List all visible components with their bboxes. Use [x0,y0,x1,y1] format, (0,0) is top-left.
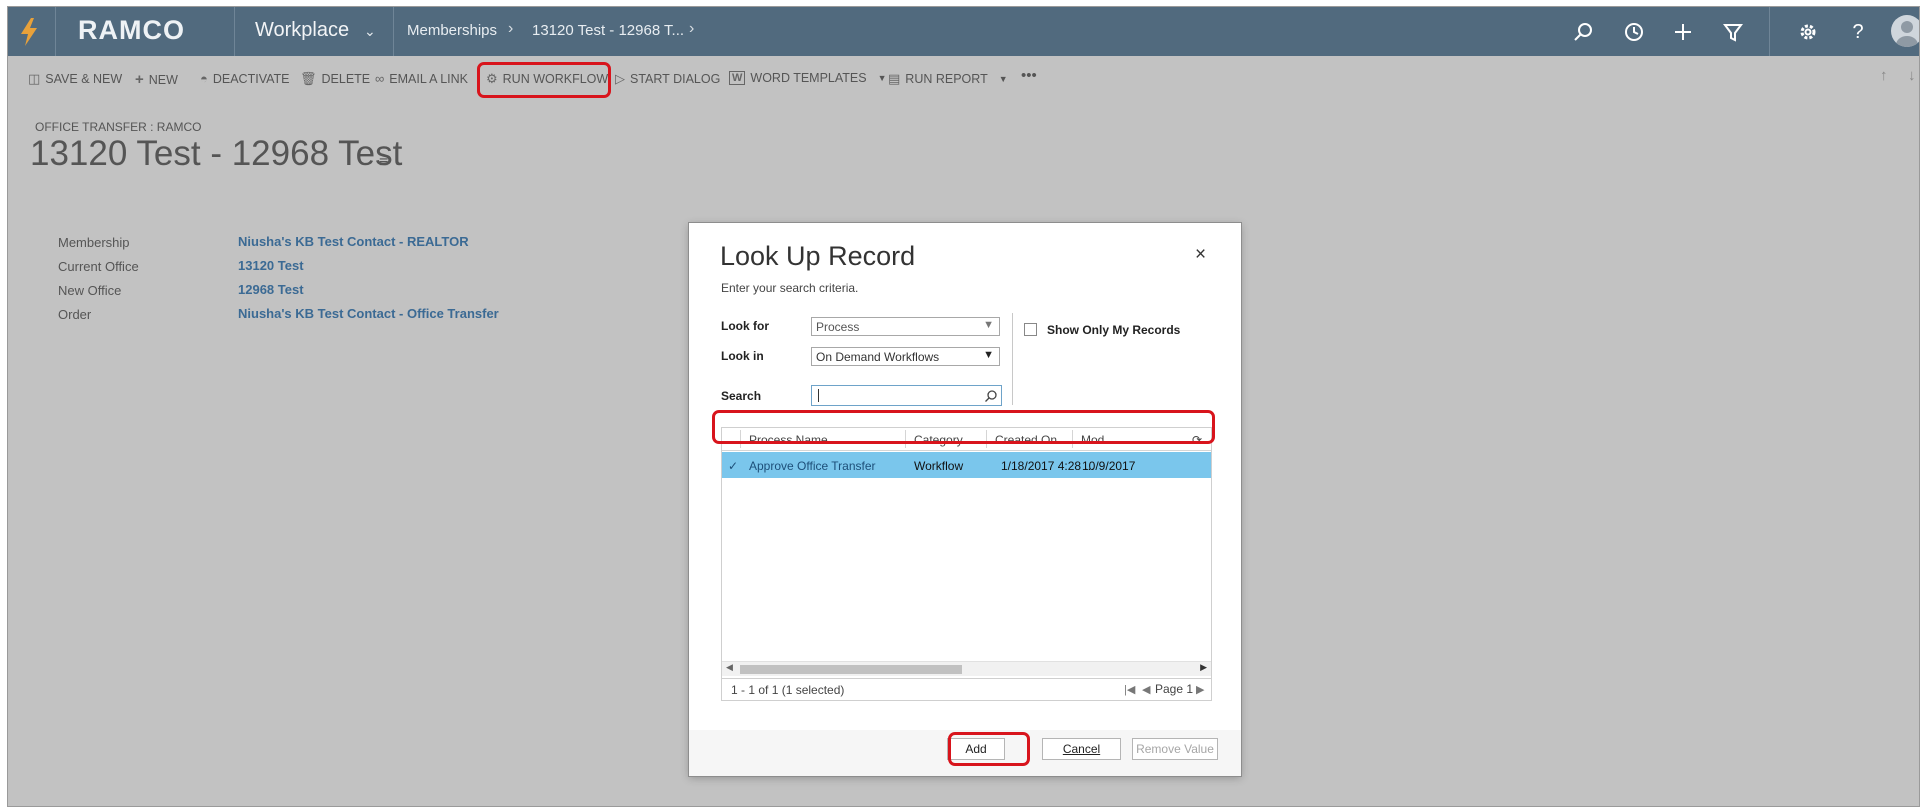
scroll-left-icon[interactable]: ◀ [726,662,733,673]
field-value-membership[interactable]: Niusha's KB Test Contact - REALTOR [238,234,469,249]
first-page-icon[interactable]: |◀ [1124,683,1135,696]
cell-created-on: 1/18/2017 4:28 ... [1001,459,1095,473]
field-label-new-office: New Office [58,283,122,298]
look-for-value: Process [816,320,860,334]
add-button-highlight [948,732,1030,766]
cell-modified-on: 10/9/2017 [1082,459,1136,473]
word-templates-button[interactable]: W WORD TEMPLATES ▼ [729,71,887,85]
app-name[interactable]: Workplace [255,19,349,42]
show-only-my-records-checkbox[interactable] [1024,323,1037,336]
breadcrumb-memberships[interactable]: Memberships [407,22,497,39]
caret-down-icon: ▼ [998,74,1008,84]
nav-separator [393,7,394,56]
remove-value-button[interactable]: Remove Value [1132,738,1218,760]
ramco-logo[interactable]: RAMCO [78,15,185,49]
settings-icon[interactable] [1795,19,1821,45]
save-and-new-button[interactable]: ◫ SAVE & NEW [28,71,122,87]
app-window: RAMCO Workplace ⌄ Memberships › 13120 Te… [7,6,1920,807]
search-icon[interactable] [984,389,998,403]
report-icon: ▤ [888,71,901,86]
close-icon[interactable]: × [1195,244,1206,266]
row-checkmark-icon[interactable]: ✓ [728,459,738,473]
entity-label: OFFICE TRANSFER : RAMCO [35,120,202,134]
start-dialog-button[interactable]: ▷ START DIALOG [615,71,720,87]
scroll-right-icon[interactable]: ▶ [1200,662,1207,673]
word-icon: W [729,71,746,85]
dropdown-arrow-icon: ▼ [983,319,994,331]
field-label-current-office: Current Office [58,259,139,274]
nav-separator [55,7,56,56]
new-button[interactable]: + NEW [135,71,178,88]
look-up-record-dialog: Look Up Record Enter your search criteri… [689,223,1241,776]
nav-separator [234,7,235,56]
scrollbar-thumb[interactable] [740,665,962,674]
record-title: 13120 Test - 12968 Test [30,134,403,173]
dropdown-arrow-icon: ▼ [983,349,994,361]
user-avatar[interactable] [1891,15,1919,47]
nav-separator [1769,7,1770,56]
previous-page-icon[interactable]: ◀ [1142,683,1150,696]
dialog-subtitle: Enter your search criteria. [721,281,859,295]
search-label: Search [721,389,762,403]
cell-category: Workflow [914,459,964,473]
form-selector-icon[interactable]: ≡ [379,154,388,172]
show-only-my-records-label: Show Only My Records [1047,323,1181,337]
criteria-divider [1012,313,1013,405]
chevron-down-icon[interactable]: ⌄ [364,23,376,40]
link-icon: ∞ [375,71,385,86]
field-label-order: Order [58,307,92,322]
look-in-value: On Demand Workflows [816,350,940,364]
trash-icon: 🗑 [300,71,317,86]
search-input[interactable] [811,385,1002,406]
field-value-current-office[interactable]: 13120 Test [238,258,304,273]
selected-row-highlight [712,410,1215,444]
top-nav-bar: RAMCO Workplace ⌄ Memberships › 13120 Te… [8,7,1919,56]
grid-footer: 1 - 1 of 1 (1 selected) |◀ ◀ Page 1 ▶ [721,678,1212,701]
deactivate-icon: ◓ [200,71,208,86]
look-in-select[interactable]: On Demand Workflows ▼ [811,347,1000,366]
dialog-title: Look Up Record [720,241,916,271]
person-icon [1896,21,1918,47]
more-commands-button[interactable]: ••• [1021,67,1037,84]
text-cursor [818,389,819,402]
table-row[interactable]: ✓ Approve Office Transfer Workflow 1/18/… [722,452,1211,478]
record-count-status: 1 - 1 of 1 (1 selected) [731,683,845,697]
save-new-icon: ◫ [28,71,41,86]
look-for-label: Look for [721,319,769,333]
caret-down-icon: ▼ [877,73,887,83]
cell-process-name[interactable]: Approve Office Transfer [749,459,876,473]
breadcrumb-record[interactable]: 13120 Test - 12968 T... [532,22,684,39]
deactivate-button[interactable]: ◓ DEACTIVATE [200,71,290,86]
run-workflow-highlight [477,62,611,98]
field-value-new-office[interactable]: 12968 Test [238,282,304,297]
command-bar: ◫ SAVE & NEW + NEW ◓ DEACTIVATE 🗑 DELETE ∞ EM… [8,56,1919,100]
dialog-icon: ▷ [615,71,625,86]
look-for-select[interactable]: Process ▼ [811,317,1000,336]
results-grid: Process Name Category Created On Mod ⟳ ✓… [721,427,1212,693]
delete-button[interactable]: 🗑 DELETE [300,71,370,87]
filter-icon[interactable] [1720,19,1746,45]
plus-icon[interactable] [1670,19,1696,45]
run-report-button[interactable]: ▤ RUN REPORT ▼ [888,71,1008,87]
arrow-down-icon[interactable]: ↓ [1908,67,1916,84]
arrow-up-icon[interactable]: ↑ [1880,67,1888,84]
horizontal-scrollbar[interactable]: ◀ ▶ [722,661,1211,676]
chevron-right-icon: › [689,20,695,37]
cancel-button[interactable]: Cancel [1042,738,1121,760]
help-icon[interactable]: ? [1845,19,1871,45]
email-a-link-button[interactable]: ∞ EMAIL A LINK [375,71,468,86]
next-page-icon[interactable]: ▶ [1196,683,1204,696]
chevron-right-icon: › [508,20,514,37]
look-in-label: Look in [721,349,764,363]
search-icon[interactable] [1571,19,1597,45]
page-indicator: Page 1 [1155,682,1194,696]
plus-icon: + [135,71,144,88]
history-icon[interactable] [1621,19,1647,45]
lightning-bolt-icon[interactable] [18,17,40,47]
field-value-order[interactable]: Niusha's KB Test Contact - Office Transf… [238,306,499,321]
field-label-membership: Membership [58,235,130,250]
